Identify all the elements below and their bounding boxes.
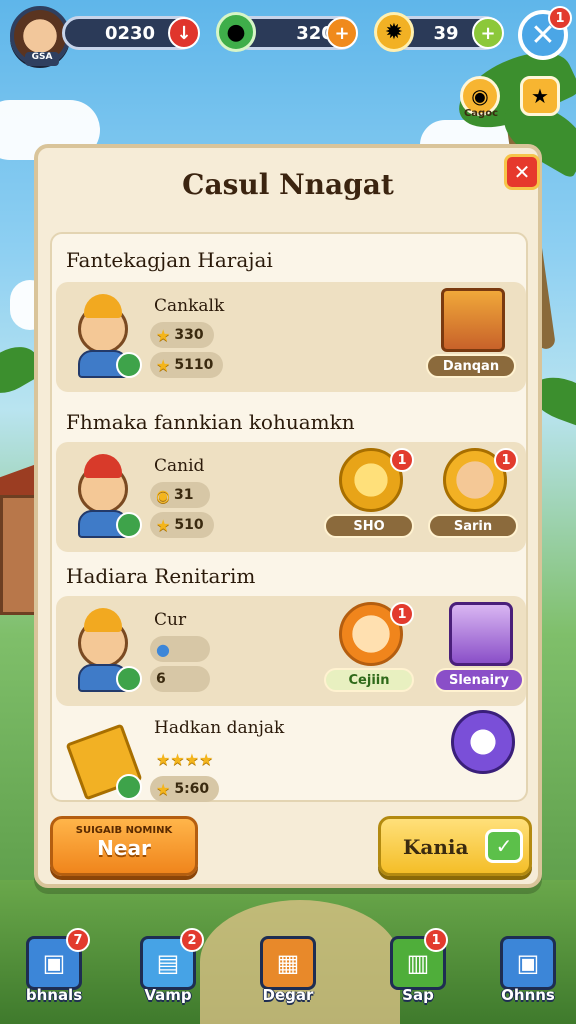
star-icon: ★ (156, 779, 171, 799)
section-title: Hadiara Renitarim (66, 564, 256, 588)
panel-close-button[interactable]: ✕ (504, 154, 540, 190)
star-icon: ★ (156, 515, 171, 535)
treasure-chest-icon (441, 288, 505, 352)
character-icon (68, 454, 142, 540)
scroll-icon (65, 716, 143, 802)
nav-label: Degar (262, 986, 314, 1004)
gift-box-icon: ▦ (260, 936, 316, 990)
close-icon: ✕ (513, 160, 531, 184)
check-icon: ✓ (485, 829, 523, 863)
plus-button[interactable]: + (326, 17, 358, 49)
reward-item[interactable]: Slenairy (434, 602, 524, 698)
character-icon (68, 608, 142, 694)
confirm-button-label: Kania (403, 835, 469, 859)
quest-panel: Casul Nnagat ✕ Fantekagjan Harajai Canka… (34, 144, 542, 888)
chest-icon: ▣ (500, 936, 556, 990)
nav-badge: 2 (180, 928, 204, 952)
quest-row[interactable]: Canid ◉ 31 ★ 510 1 SHO 1 Sarin (56, 442, 526, 552)
nav-label: bhnals (25, 986, 83, 1004)
coin-icon: ◉ (156, 485, 170, 505)
stat-pill: 6 (150, 666, 210, 692)
stat-pill: ◉ 31 (150, 482, 210, 508)
nav-badge: 1 (424, 928, 448, 952)
bottom-nav: ▣ 7 bhnals ▤ 2 Vamp ▦ Degar ▥ 1 Sap ▣ Oh… (0, 928, 576, 1024)
reward-item[interactable]: 1 Cejiin (324, 602, 414, 698)
resource-value: 39 (433, 22, 459, 44)
quest-row[interactable]: Cur ● 6 1 Cejiin Slenairy (56, 596, 526, 706)
avatar-tag: GSA (25, 52, 59, 66)
near-button-sublabel: SUIGAIB NOMINK (75, 825, 173, 836)
rating-button[interactable]: ★ (520, 76, 560, 116)
nav-item[interactable]: ▣ 7 bhnals (14, 928, 94, 1018)
plus-button[interactable]: + (472, 17, 504, 49)
quest-name: Canid (154, 456, 205, 476)
reward-badge: 1 (390, 448, 414, 472)
purple-robot-icon (451, 710, 515, 774)
reward-item[interactable]: 1 SHO (324, 448, 414, 544)
reward-item[interactable]: Danqan (426, 288, 516, 384)
stat-pill: ★ 330 (150, 322, 214, 348)
stat-pill: ★ 5:60 (150, 776, 220, 802)
near-button[interactable]: SUIGAIB NOMINK Near (50, 816, 198, 876)
quest-name: Cankalk (154, 296, 225, 316)
stat-pill: ● (150, 636, 210, 662)
reward-item[interactable]: 1 Sarin (428, 448, 518, 544)
quest-name: Cur (154, 610, 187, 630)
stat-pill: ★★★★ (156, 749, 214, 769)
stat-pill: ★ 5110 (150, 352, 224, 378)
quest-name: Hadkan danjak (154, 718, 285, 738)
resource-value: 0230 (104, 22, 156, 44)
reward-label: Danqan (426, 354, 516, 378)
section-title: Fhmaka fannkian kohuamkn (66, 410, 355, 434)
drop-icon: ● (156, 639, 170, 659)
star-icon: ★ (531, 84, 549, 108)
reward-badge: 1 (390, 602, 414, 626)
coin-label: Cagoc (463, 108, 499, 119)
nav-label: Ohnns (501, 986, 555, 1004)
panel-title: Casul Nnagat (182, 168, 394, 201)
character-icon (68, 294, 142, 380)
nav-label: Vamp (144, 986, 192, 1004)
section-title: Fantekagjan Harajai (66, 248, 273, 272)
quest-list: Fantekagjan Harajai Cankalk ★ 330 ★ 5110 D… (50, 232, 528, 802)
quest-row[interactable]: Hadkan danjak ★★★★ ★ 5:60 (56, 704, 526, 814)
reward-label: Sarin (428, 514, 518, 538)
reward-label: SHO (324, 514, 414, 538)
top-bar: GSA 0230 ↓ 320 ● + 39 ✹ + ✕ 1 (0, 0, 576, 70)
reward-label: Slenairy (434, 668, 524, 692)
nav-badge: 7 (66, 928, 90, 952)
reward-badge: 1 (494, 448, 518, 472)
coin-icon: ◉ (471, 84, 489, 108)
minus-button[interactable]: ↓ (168, 17, 200, 49)
nav-item[interactable]: ▣ Ohnns (488, 928, 568, 1018)
nav-item[interactable]: ▤ 2 Vamp (128, 928, 208, 1018)
notification-badge: 1 (548, 6, 572, 30)
nav-item[interactable]: ▦ Degar (248, 928, 328, 1018)
nav-label: Sap (402, 986, 434, 1004)
nav-item[interactable]: ▥ 1 Sap (378, 928, 458, 1018)
confirm-button[interactable]: Kania ✓ (378, 816, 532, 876)
stat-pill: ★ 510 (150, 512, 214, 538)
quest-row[interactable]: Cankalk ★ 330 ★ 5110 Danqan (56, 282, 526, 392)
gear-coin-icon: ✹ (374, 12, 414, 52)
star-icon: ★ (156, 325, 171, 345)
star-icon: ★ (156, 355, 171, 375)
portrait-card-icon (449, 602, 513, 666)
reward-label: Cejiin (324, 668, 414, 692)
gem-icon: ● (216, 12, 256, 52)
reward-item[interactable] (436, 710, 526, 806)
near-button-label: Near (97, 836, 151, 860)
